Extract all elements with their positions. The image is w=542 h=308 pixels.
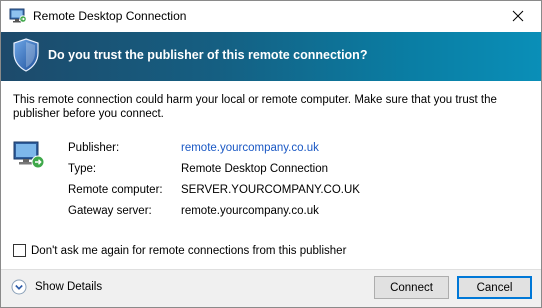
banner-heading: Do you trust the publisher of this remot… xyxy=(48,48,368,62)
detail-value: Remote Desktop Connection xyxy=(181,163,329,175)
detail-value: SERVER.YOURCOMPANY.CO.UK xyxy=(181,184,360,196)
cancel-button[interactable]: Cancel xyxy=(457,276,532,299)
connect-button[interactable]: Connect xyxy=(374,276,449,299)
detail-label: Gateway server: xyxy=(68,205,152,217)
close-button[interactable] xyxy=(495,1,541,31)
remote-desktop-icon xyxy=(9,8,27,24)
shield-icon xyxy=(12,38,40,72)
chevron-down-icon xyxy=(11,279,27,295)
computer-connection-icon xyxy=(12,140,46,172)
dont-ask-again-label[interactable]: Don't ask me again for remote connection… xyxy=(31,245,346,257)
detail-label: Publisher: xyxy=(68,142,120,154)
window-title: Remote Desktop Connection xyxy=(33,9,187,23)
dont-ask-again-checkbox[interactable] xyxy=(13,244,26,257)
warning-text: This remote connection could harm your l… xyxy=(13,94,497,120)
detail-label: Type: xyxy=(68,163,97,175)
detail-label: Remote computer: xyxy=(68,184,163,196)
trust-banner: Do you trust the publisher of this remot… xyxy=(1,32,541,81)
close-icon xyxy=(512,10,524,22)
show-details-label[interactable]: Show Details xyxy=(35,281,102,293)
publisher-link[interactable]: remote.yourcompany.co.uk xyxy=(181,142,319,154)
dont-ask-again-row[interactable]: Don't ask me again for remote connection… xyxy=(13,244,346,257)
remote-desktop-dialog: Remote Desktop Connection Do you trust t… xyxy=(0,0,542,308)
detail-value: remote.yourcompany.co.uk xyxy=(181,205,319,217)
show-details-toggle[interactable]: Show Details xyxy=(11,279,102,295)
dialog-footer: Show Details Connect Cancel xyxy=(1,269,541,307)
title-bar: Remote Desktop Connection xyxy=(1,1,541,31)
